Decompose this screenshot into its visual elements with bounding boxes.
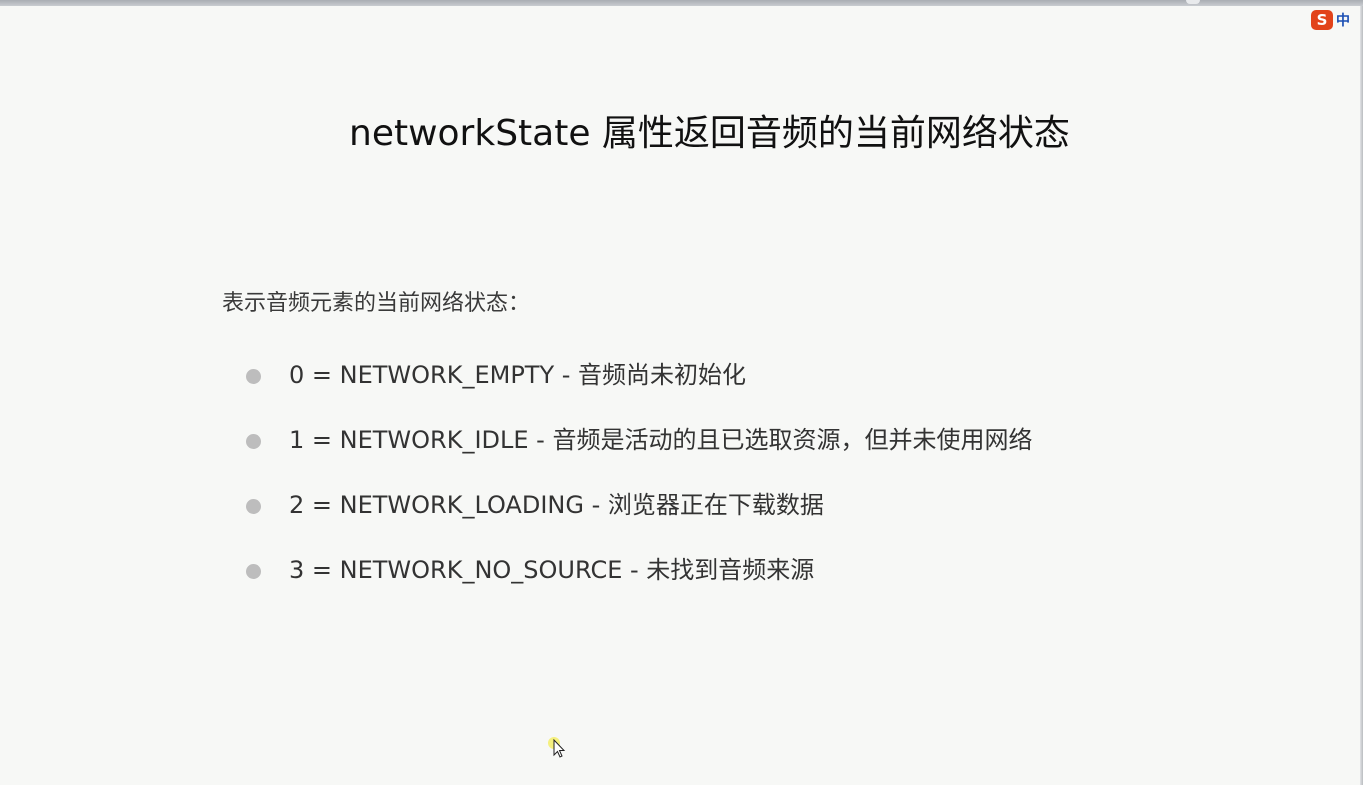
list-item: 1 = NETWORK_IDLE - 音频是活动的且已选取资源，但并未使用网络 <box>246 419 1032 484</box>
list-item: 0 = NETWORK_EMPTY - 音频尚未初始化 <box>246 354 1032 419</box>
mouse-pointer-icon <box>548 737 566 758</box>
top-notch <box>1186 0 1200 4</box>
bullet-icon <box>246 434 261 449</box>
intro-text: 表示音频元素的当前网络状态： <box>222 291 531 316</box>
window-top-bar <box>0 0 1363 6</box>
list-item-text: 1 = NETWORK_IDLE - 音频是活动的且已选取资源，但并未使用网络 <box>289 426 1033 454</box>
list-item-text: 0 = NETWORK_EMPTY - 音频尚未初始化 <box>289 361 747 389</box>
list-item-text: 2 = NETWORK_LOADING - 浏览器正在下载数据 <box>289 491 824 519</box>
list-item: 3 = NETWORK_NO_SOURCE - 未找到音频来源 <box>246 549 1032 614</box>
network-state-list: 0 = NETWORK_EMPTY - 音频尚未初始化 1 = NETWORK_… <box>246 354 1032 614</box>
bullet-icon <box>246 564 261 579</box>
list-item-text: 3 = NETWORK_NO_SOURCE - 未找到音频来源 <box>289 556 815 584</box>
ime-indicator[interactable]: S 中 <box>1311 8 1363 32</box>
list-item: 2 = NETWORK_LOADING - 浏览器正在下载数据 <box>246 484 1032 549</box>
bullet-icon <box>246 369 261 384</box>
bullet-icon <box>246 499 261 514</box>
ime-mode-label[interactable]: 中 <box>1336 10 1350 30</box>
sogou-ime-icon[interactable]: S <box>1311 10 1333 30</box>
slide-title: networkState 属性返回音频的当前网络状态 <box>349 113 1070 154</box>
